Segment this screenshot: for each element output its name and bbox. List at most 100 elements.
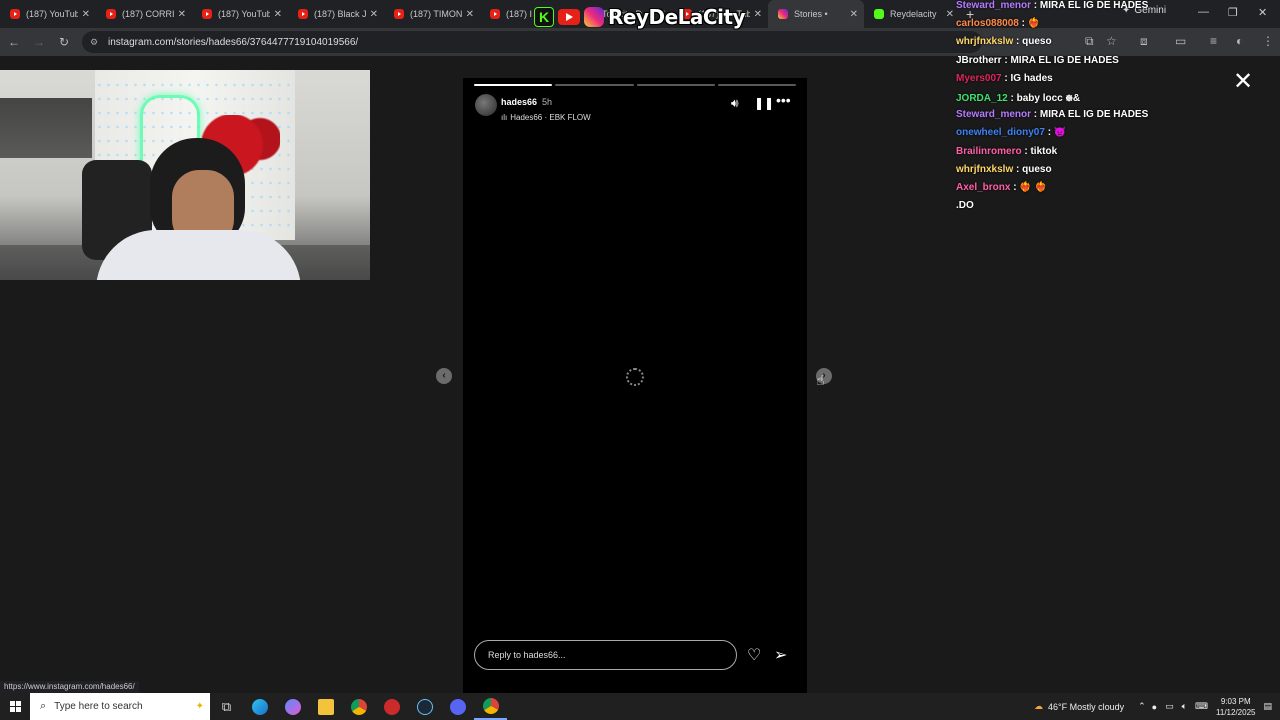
- pause-icon[interactable]: ❚❚: [754, 96, 774, 110]
- tab-close-icon[interactable]: ✕: [274, 9, 282, 20]
- tab-close-icon[interactable]: ✕: [946, 9, 954, 20]
- chat-text: queso: [1022, 36, 1052, 48]
- discord-icon[interactable]: [441, 693, 474, 720]
- weather-text[interactable]: 46°F Mostly cloudy: [1048, 702, 1124, 712]
- loading-spinner-icon: [626, 368, 644, 386]
- hand-cursor-icon: ☝: [816, 372, 825, 388]
- story-progress: [474, 84, 796, 86]
- stream-overlay-logo: K ReyDeLaCity: [534, 5, 746, 29]
- story-music[interactable]: ılı Hades66 · EBK FLOW: [501, 113, 591, 122]
- youtube-favicon-icon: [490, 9, 500, 19]
- notification-icon[interactable]: ▤: [1263, 701, 1272, 712]
- like-heart-icon[interactable]: ♡: [747, 645, 761, 665]
- screen: (187) YouTube✕(187) CORRIDO✕(187) YouTub…: [0, 0, 1280, 720]
- network-icon[interactable]: ▭: [1165, 701, 1174, 712]
- youtube-favicon-icon: [106, 9, 116, 19]
- chat-message: Brailinromero : tiktok: [956, 146, 1256, 164]
- story-viewer[interactable]: hades66 5h ılı Hades66 · EBK FLOW 🔊︎ ❚❚ •…: [463, 78, 807, 693]
- task-view-icon[interactable]: ⧉: [210, 693, 243, 720]
- chat-message: Steward_menor : MIRA EL IG DE HADES: [956, 109, 1256, 127]
- more-options-icon[interactable]: •••: [776, 92, 791, 108]
- share-send-icon[interactable]: ➢: [774, 645, 787, 665]
- search-icon: ⌕: [40, 700, 47, 712]
- steam-icon[interactable]: [408, 693, 441, 720]
- avatar[interactable]: [475, 94, 497, 116]
- chat-text: .DO: [956, 200, 974, 212]
- tab-close-icon[interactable]: ✕: [178, 9, 186, 20]
- speaker-icon[interactable]: 🔈︎: [1182, 701, 1187, 712]
- browser-tab[interactable]: (187) TIMON ✕: [384, 0, 480, 28]
- forward-arrow-icon[interactable]: →: [28, 35, 50, 49]
- chat-username: Steward_menor: [956, 109, 1032, 121]
- chat-separator: :: [1013, 36, 1023, 48]
- clock[interactable]: 9:03 PM 11/12/2025: [1216, 696, 1255, 718]
- tab-title: Reydelacity: [890, 9, 937, 19]
- chat-message: Steward_menor : MIRA EL IG DE HADES: [956, 0, 1256, 18]
- app-icon-red[interactable]: [375, 693, 408, 720]
- browser-tab[interactable]: Stories • ✕: [768, 0, 864, 28]
- story-username[interactable]: hades66: [501, 97, 537, 107]
- story-progress-segment: [636, 84, 715, 86]
- volume-icon[interactable]: 🔊︎: [731, 96, 739, 111]
- mic-icon[interactable]: ●: [1152, 702, 1157, 712]
- chrome-icon[interactable]: [342, 693, 375, 720]
- youtube-favicon-icon: [394, 9, 404, 19]
- browser-tab[interactable]: (187) Black Ju ✕: [288, 0, 384, 28]
- instagram-favicon-icon: [778, 9, 788, 19]
- chat-text: ❤️‍🔥 ❤️‍🔥: [1019, 181, 1048, 193]
- reload-icon[interactable]: ↻: [53, 35, 75, 49]
- tab-close-icon[interactable]: ✕: [754, 9, 762, 20]
- chat-username: whrjfnxkslw: [956, 163, 1014, 175]
- chat-text: 👿: [1053, 127, 1067, 139]
- start-button[interactable]: [0, 693, 30, 720]
- chat-text: baby locc ᪥&: [1016, 92, 1081, 104]
- story-progress-segment: [555, 84, 634, 86]
- link-status-bar: https://www.instagram.com/hades66/: [0, 681, 139, 693]
- site-info-icon[interactable]: ⚙: [90, 37, 100, 47]
- chat-username: Axel_bronx: [956, 181, 1011, 193]
- menu-kebab-icon[interactable]: ⋮: [1262, 34, 1274, 48]
- chat-text: tiktok: [1030, 145, 1058, 157]
- tab-title: (187) CORRIDO: [122, 9, 174, 19]
- taskbar-search-input[interactable]: ⌕ Type here to search ✦: [30, 693, 210, 720]
- address-url: instagram.com/stories/hades66/3764477719…: [108, 36, 359, 48]
- keyboard-icon[interactable]: ⌨: [1195, 701, 1208, 712]
- kick-favicon-icon: [874, 9, 884, 19]
- tab-close-icon[interactable]: ✕: [370, 9, 378, 20]
- browser-tab[interactable]: (187) CORRIDO ✕: [96, 0, 192, 28]
- chat-separator: :: [1018, 18, 1028, 30]
- tab-close-icon[interactable]: ✕: [850, 9, 858, 20]
- browser-tab[interactable]: Reydelacity ✕: [864, 0, 960, 28]
- previous-story-button[interactable]: ‹: [436, 368, 452, 384]
- file-explorer-icon[interactable]: [309, 693, 342, 720]
- address-bar[interactable]: ⚙ instagram.com/stories/hades66/37644777…: [82, 31, 982, 53]
- tab-close-icon[interactable]: ✕: [82, 9, 90, 20]
- chat-text: MIRA EL IG DE HADES: [1010, 54, 1119, 66]
- windows-taskbar: ⌕ Type here to search ✦ ⧉ ☁ 46°F Mostly …: [0, 693, 1280, 720]
- tab-title: (187) Black Ju: [314, 9, 366, 19]
- youtube-logo-icon: [558, 9, 580, 25]
- tray-chevron-icon[interactable]: ⌃: [1138, 701, 1146, 712]
- chat-text: ❤️‍🔥: [1027, 18, 1041, 30]
- tab-title: (187) TIMON: [410, 9, 462, 19]
- reply-input[interactable]: Reply to hades66...: [474, 640, 737, 670]
- chat-username: onewheel_diony07: [956, 127, 1045, 139]
- chrome-icon-2[interactable]: [474, 693, 507, 720]
- copilot-icon[interactable]: [276, 693, 309, 720]
- chat-username: Myers007: [956, 72, 1002, 84]
- browser-tab[interactable]: (187) YouTube ✕: [0, 0, 96, 28]
- windows-logo-icon: [9, 701, 21, 712]
- chat-username: carlos088008: [956, 18, 1019, 30]
- back-arrow-icon[interactable]: ←: [3, 35, 25, 49]
- edge-icon[interactable]: [243, 693, 276, 720]
- chat-message: onewheel_diony07 : 👿: [956, 127, 1256, 145]
- chat-separator: :: [1031, 0, 1040, 11]
- story-header: hades66 5h ılı Hades66 · EBK FLOW: [475, 92, 591, 122]
- chat-text: IG hades: [1010, 72, 1053, 84]
- chat-separator: :: [1031, 109, 1040, 121]
- window-close-icon[interactable]: ✕: [1258, 6, 1267, 19]
- browser-tab[interactable]: (187) YouTube ✕: [192, 0, 288, 28]
- tab-close-icon[interactable]: ✕: [466, 9, 474, 20]
- chat-message: whrjfnxkslw : queso: [956, 36, 1256, 54]
- music-bars-icon: ılı: [501, 113, 508, 122]
